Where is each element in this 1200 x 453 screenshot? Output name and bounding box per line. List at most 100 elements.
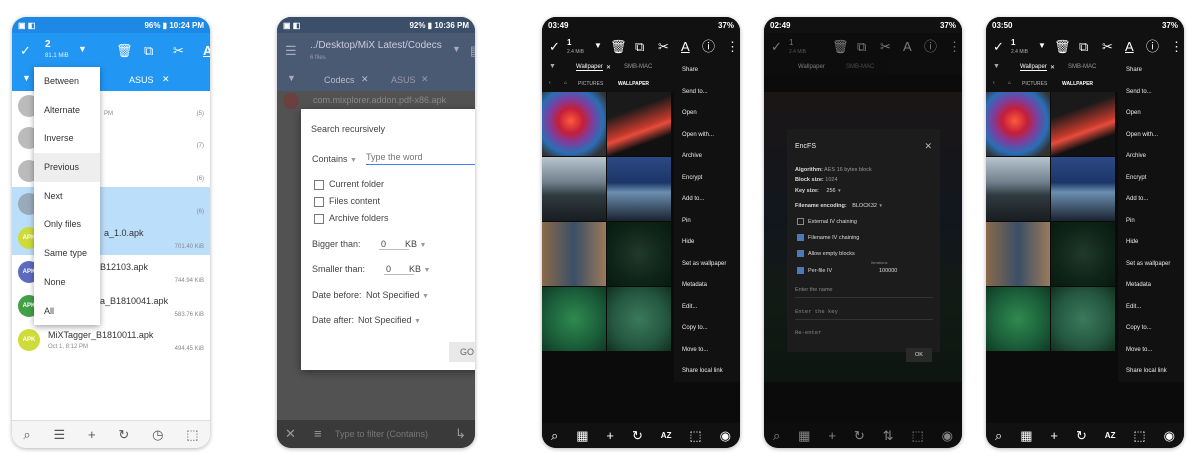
menu-item-next[interactable]: Next <box>34 182 100 211</box>
copy-icon[interactable]: ⧉ <box>635 40 644 53</box>
menu-item-none[interactable]: None <box>34 268 100 297</box>
filename-encoding-row[interactable]: Filename encoding: BLOCK32 ▼ <box>795 203 883 209</box>
add-icon[interactable]: + <box>88 428 96 441</box>
list-view-icon[interactable]: ☰ <box>54 428 66 441</box>
thumbnail-mountain[interactable] <box>986 157 1050 221</box>
enter-icon[interactable]: ↳ <box>455 427 466 440</box>
thumbnail-yosemite[interactable] <box>607 157 671 221</box>
breadcrumb-wallpaper[interactable]: WALLPAPER <box>618 81 649 87</box>
breadcrumb-pictures[interactable]: PICTURES <box>1022 81 1047 87</box>
name-input[interactable]: Enter the name <box>795 287 933 298</box>
menu-item-share[interactable]: Share <box>1118 60 1184 82</box>
tab-smb-mac[interactable]: SMB-MAC <box>846 64 874 70</box>
thumbnail-fern[interactable] <box>1051 287 1115 351</box>
thumbnail-fern[interactable] <box>607 287 671 351</box>
search-icon[interactable]: ⌕ <box>773 429 780 442</box>
refresh-icon[interactable]: ↻ <box>632 429 643 442</box>
checkbox-archive-folders[interactable]: Archive folders <box>314 213 389 224</box>
tab-wallpaper[interactable]: Wallpaper <box>576 64 603 71</box>
menu-item-add-to[interactable]: Add to... <box>1118 189 1184 211</box>
menu-item-set-wallpaper[interactable]: Set as wallpaper <box>1118 254 1184 276</box>
thumbnail-leaves-dark[interactable] <box>607 222 671 286</box>
filter-input[interactable]: Type to filter (Contains) <box>335 429 428 439</box>
tab-codecs[interactable]: Codecs <box>324 75 355 85</box>
clipboard-icon[interactable]: ▤ <box>470 44 475 57</box>
rename-icon[interactable]: A <box>681 40 690 53</box>
chevron-down-icon[interactable]: ▼ <box>993 63 1000 70</box>
menu-item-send-to[interactable]: Send to... <box>674 82 740 104</box>
close-icon[interactable]: ✕ <box>361 75 369 84</box>
check-icon[interactable]: ✓ <box>993 40 1004 53</box>
reenter-key-input[interactable]: Re-enter <box>795 329 933 336</box>
refresh-icon[interactable]: ↻ <box>118 428 129 441</box>
menu-item-archive[interactable]: Archive <box>1118 146 1184 168</box>
chevron-down-icon[interactable]: ▼ <box>549 63 556 70</box>
ok-button[interactable]: OK <box>906 348 932 362</box>
menu-item-archive[interactable]: Archive <box>674 146 740 168</box>
menu-item-pin[interactable]: Pin <box>674 211 740 233</box>
cut-icon[interactable]: ✂ <box>173 44 184 57</box>
checkbox-current-folder[interactable]: Current folder <box>314 179 384 190</box>
checkbox-empty-blocks[interactable]: Allow empty blocks <box>797 250 855 257</box>
grid-view-icon[interactable]: ▦ <box>1020 429 1032 442</box>
add-icon[interactable]: + <box>828 429 836 442</box>
check-icon[interactable]: ✓ <box>549 40 560 53</box>
menu-item-same-type[interactable]: Same type <box>34 239 100 268</box>
sort-icon[interactable]: AZ <box>661 431 672 440</box>
thumbnail-light-trail[interactable] <box>607 92 671 156</box>
thumbnail-explosion[interactable] <box>986 92 1050 156</box>
tab-wallpaper[interactable]: Wallpaper <box>1020 64 1047 71</box>
search-icon[interactable]: ⌕ <box>23 428 30 441</box>
bigger-unit-select[interactable]: KB ▼ <box>405 239 426 249</box>
chevron-down-icon[interactable]: ▼ <box>22 74 31 83</box>
close-icon[interactable]: ✕ <box>421 75 429 84</box>
chevron-left-icon[interactable]: ‹ <box>549 80 551 86</box>
menu-item-all[interactable]: All <box>34 297 100 326</box>
chevron-down-icon[interactable]: ▼ <box>287 74 296 83</box>
chevron-down-icon[interactable]: ▼ <box>78 45 87 54</box>
menu-item-metadata[interactable]: Metadata <box>1118 275 1184 297</box>
menu-item-open[interactable]: Open <box>674 103 740 125</box>
cut-icon[interactable]: ✂ <box>880 40 891 53</box>
menu-item-share-local-link[interactable]: Share local link <box>674 361 740 383</box>
thumbnail-mountain[interactable] <box>542 157 606 221</box>
cast-icon[interactable]: ◉ <box>1164 429 1175 442</box>
select-all-icon[interactable]: ⬚ <box>911 429 923 442</box>
menu-icon[interactable]: ☰ <box>285 44 297 57</box>
tab-smb-mac[interactable]: SMB-MAC <box>624 64 652 70</box>
tab-asus[interactable]: ASUS <box>129 75 154 85</box>
copy-icon[interactable]: ⧉ <box>144 44 153 57</box>
key-input[interactable]: Enter the key <box>795 308 933 320</box>
menu-item-metadata[interactable]: Metadata <box>674 275 740 297</box>
go-button[interactable]: GO <box>449 342 475 362</box>
chevron-left-icon[interactable]: ‹ <box>993 80 995 86</box>
menu-item-send-to[interactable]: Send to... <box>1118 82 1184 104</box>
check-icon[interactable]: ✓ <box>771 40 782 53</box>
search-input[interactable] <box>366 149 475 165</box>
checkbox-filename-iv[interactable]: Filename IV chaining <box>797 234 859 241</box>
smaller-unit-select[interactable]: KB ▼ <box>409 264 430 274</box>
thumbnail-light-trail[interactable] <box>1051 92 1115 156</box>
list-item[interactable]: com.mixplorer.addon.pdf-x86.apk <box>277 91 475 109</box>
search-icon[interactable]: ⌕ <box>995 429 1002 442</box>
thumbnail-explosion[interactable] <box>542 92 606 156</box>
menu-item-hide[interactable]: Hide <box>674 232 740 254</box>
close-icon[interactable]: ✕ <box>474 121 475 134</box>
more-icon[interactable]: ⋮ <box>948 40 961 53</box>
menu-item-edit[interactable]: Edit... <box>674 297 740 319</box>
cast-icon[interactable]: ◉ <box>942 429 953 442</box>
chevron-down-icon[interactable]: ▼ <box>1038 42 1046 50</box>
date-before-select[interactable]: Not Specified ▼ <box>366 290 429 300</box>
info-icon[interactable]: ⓘ <box>1146 40 1159 53</box>
menu-item-move-to[interactable]: Move to... <box>1118 340 1184 362</box>
chevron-down-icon[interactable]: ▼ <box>452 45 461 54</box>
home-icon[interactable]: ⌂ <box>1008 80 1011 86</box>
match-mode-select[interactable]: Contains ▼ <box>312 154 357 164</box>
cut-icon[interactable]: ✂ <box>1102 40 1113 53</box>
menu-item-set-wallpaper[interactable]: Set as wallpaper <box>674 254 740 276</box>
tab-wallpaper[interactable]: Wallpaper <box>798 64 825 70</box>
key-size-row[interactable]: Key size: 256 ▼ <box>795 188 842 194</box>
rename-icon[interactable]: A <box>903 40 912 53</box>
menu-item-copy-to[interactable]: Copy to... <box>674 318 740 340</box>
add-icon[interactable]: + <box>1050 429 1058 442</box>
